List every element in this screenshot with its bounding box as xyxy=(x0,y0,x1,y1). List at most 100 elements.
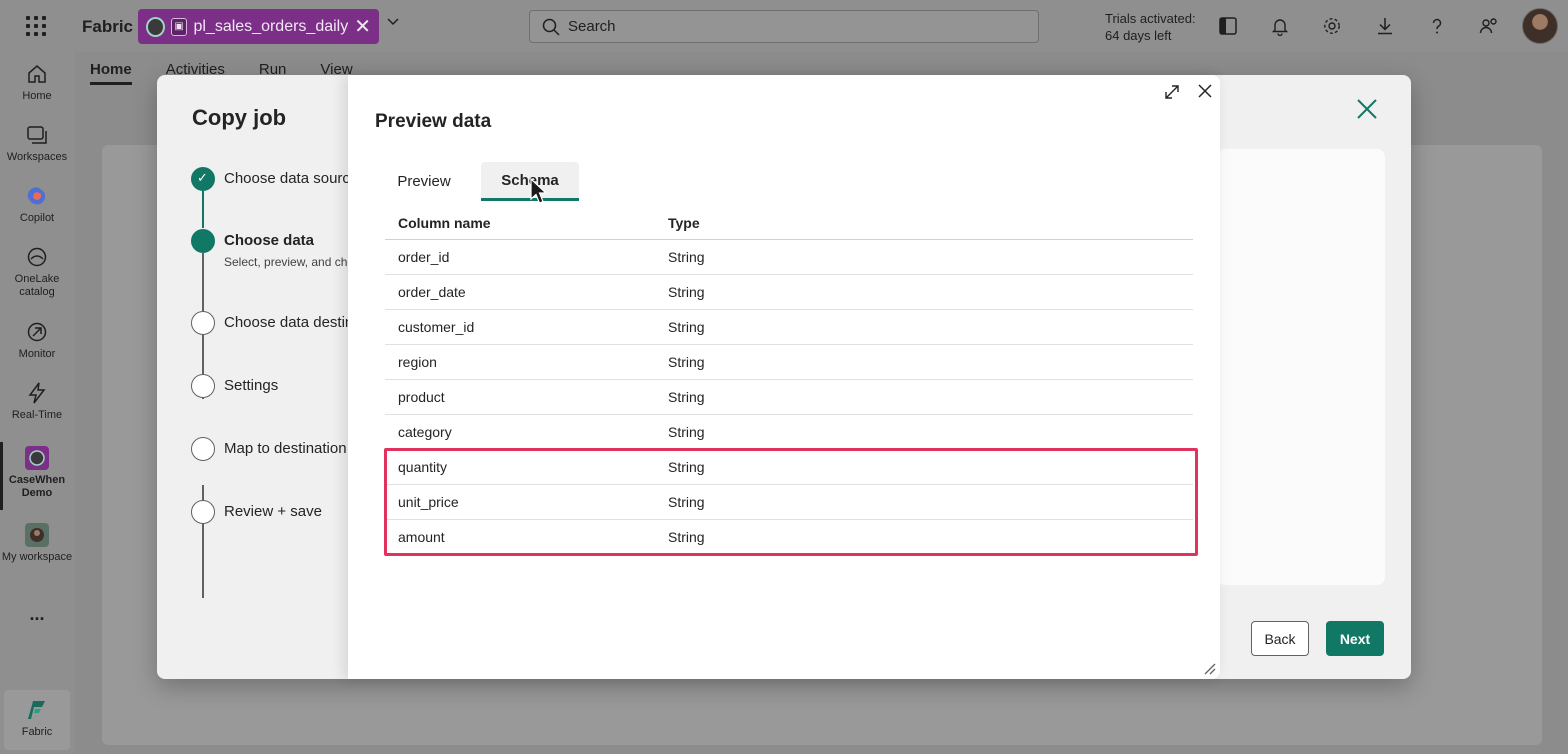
column-name-cell: customer_id xyxy=(398,319,475,335)
bell-icon[interactable] xyxy=(1270,16,1290,36)
close-icon[interactable] xyxy=(1196,82,1214,100)
rail-label: Copilot xyxy=(19,212,55,224)
help-icon[interactable] xyxy=(1427,16,1447,36)
table-row[interactable]: quantity String xyxy=(385,450,1193,485)
table-row[interactable]: amount String xyxy=(385,520,1193,555)
wizard-content-area xyxy=(1217,149,1385,585)
search-box[interactable] xyxy=(529,10,1039,43)
app-launcher-icon[interactable] xyxy=(26,16,46,36)
close-icon[interactable]: ✕ xyxy=(354,17,371,37)
preview-data-panel: Preview data Preview Schema Column name … xyxy=(348,75,1220,679)
step-label: Settings xyxy=(224,377,279,394)
step-circle-icon xyxy=(191,500,215,524)
column-name-cell: order_id xyxy=(398,249,450,265)
chevron-down-icon[interactable] xyxy=(386,14,400,33)
rail-label: My workspace xyxy=(1,551,73,563)
fabric-icon xyxy=(28,701,45,719)
search-icon xyxy=(542,18,560,36)
step-label: Choose data xyxy=(224,232,315,249)
rail-item-onelake-catalog[interactable]: OneLake catalog xyxy=(0,245,74,299)
schema-table: Column name Type order_id String order_da… xyxy=(385,206,1193,555)
lightning-icon xyxy=(28,382,46,404)
download-icon[interactable] xyxy=(1375,16,1395,36)
table-row[interactable]: product String xyxy=(385,380,1193,415)
ribbon-tab-home[interactable]: Home xyxy=(90,61,132,85)
rail-label: Workspaces xyxy=(6,151,68,163)
step-circle-icon xyxy=(191,437,215,461)
search-input[interactable] xyxy=(568,18,1008,35)
avatar-icon xyxy=(25,523,49,547)
step-connector xyxy=(202,191,204,228)
trial-status-line1: Trials activated: xyxy=(1105,11,1196,26)
column-name-cell: unit_price xyxy=(398,494,459,510)
more-icon: ... xyxy=(29,604,45,624)
rail-label: OneLake catalog xyxy=(14,273,60,298)
rail-item-casewhen-demo[interactable]: CaseWhen Demo xyxy=(0,446,74,500)
item-name: pl_sales_orders_daily xyxy=(193,17,349,35)
rail-label: Real-Time xyxy=(11,409,63,421)
back-button[interactable]: Back xyxy=(1251,621,1309,656)
table-row[interactable]: customer_id String xyxy=(385,310,1193,345)
share-people-icon[interactable] xyxy=(1479,16,1499,36)
copilot-icon xyxy=(27,187,46,205)
column-type-cell: String xyxy=(668,249,705,265)
column-header-type: Type xyxy=(668,215,700,231)
rail-more[interactable]: ... xyxy=(0,605,74,623)
monitor-icon xyxy=(27,322,47,342)
column-header-name: Column name xyxy=(398,215,491,231)
pipeline-icon: ▣ xyxy=(170,17,188,36)
step-circle-icon xyxy=(191,311,215,335)
rail-item-home[interactable]: Home xyxy=(0,62,74,103)
step-label: Choose data source xyxy=(224,170,359,187)
panel-title: Preview data xyxy=(375,111,492,132)
rail-item-monitor[interactable]: Monitor xyxy=(0,320,74,361)
step-label: Map to destination xyxy=(224,440,347,457)
close-icon[interactable] xyxy=(1354,96,1380,122)
workspace-logo-icon xyxy=(146,16,165,37)
workspaces-icon xyxy=(27,126,47,144)
tab-preview[interactable]: Preview xyxy=(385,162,463,201)
table-header: Column name Type xyxy=(385,206,1193,240)
column-name-cell: amount xyxy=(398,529,445,545)
expand-icon[interactable] xyxy=(1163,83,1181,101)
top-bar: Fabric ▣ pl_sales_orders_daily ✕ Trials … xyxy=(0,0,1568,52)
column-type-cell: String xyxy=(668,459,705,475)
column-name-cell: category xyxy=(398,424,452,440)
column-type-cell: String xyxy=(668,354,705,370)
column-type-cell: String xyxy=(668,494,705,510)
table-row[interactable]: region String xyxy=(385,345,1193,380)
rail-label: CaseWhen Demo xyxy=(8,474,66,499)
trial-status-line2: 64 days left xyxy=(1105,28,1172,43)
rail-item-fabric[interactable]: Fabric xyxy=(0,698,74,739)
rail-label: Monitor xyxy=(18,348,56,360)
table-row[interactable]: order_id String xyxy=(385,240,1193,275)
step-circle-icon xyxy=(191,374,215,398)
rail-item-copilot[interactable]: Copilot xyxy=(0,184,74,225)
rail-item-workspaces[interactable]: Workspaces xyxy=(0,123,74,164)
onelake-icon xyxy=(27,247,47,267)
column-type-cell: String xyxy=(668,389,705,405)
column-name-cell: region xyxy=(398,354,437,370)
item-tab[interactable]: ▣ pl_sales_orders_daily ✕ xyxy=(138,9,379,44)
step-label: Review + save xyxy=(224,503,322,520)
rail-item-my-workspace[interactable]: My workspace xyxy=(0,523,74,564)
current-step-icon xyxy=(191,229,215,253)
table-row[interactable]: category String xyxy=(385,415,1193,450)
table-row[interactable]: order_date String xyxy=(385,275,1193,310)
dialog-title: Copy job xyxy=(192,105,287,130)
user-avatar[interactable] xyxy=(1522,8,1558,44)
resize-handle-icon[interactable] xyxy=(1200,659,1216,675)
checkmark-icon xyxy=(191,167,215,191)
table-row[interactable]: unit_price String xyxy=(385,485,1193,520)
rail-item-real-time[interactable]: Real-Time xyxy=(0,381,74,422)
brand-name[interactable]: Fabric xyxy=(82,17,133,37)
rail-label: Home xyxy=(22,90,52,102)
panel-icon[interactable] xyxy=(1218,16,1238,36)
column-name-cell: quantity xyxy=(398,459,448,475)
column-name-cell: product xyxy=(398,389,445,405)
rail-label: Fabric xyxy=(21,726,53,738)
column-type-cell: String xyxy=(668,529,705,545)
next-button[interactable]: Next xyxy=(1326,621,1384,656)
gear-icon[interactable] xyxy=(1322,16,1342,36)
home-icon xyxy=(28,65,46,83)
